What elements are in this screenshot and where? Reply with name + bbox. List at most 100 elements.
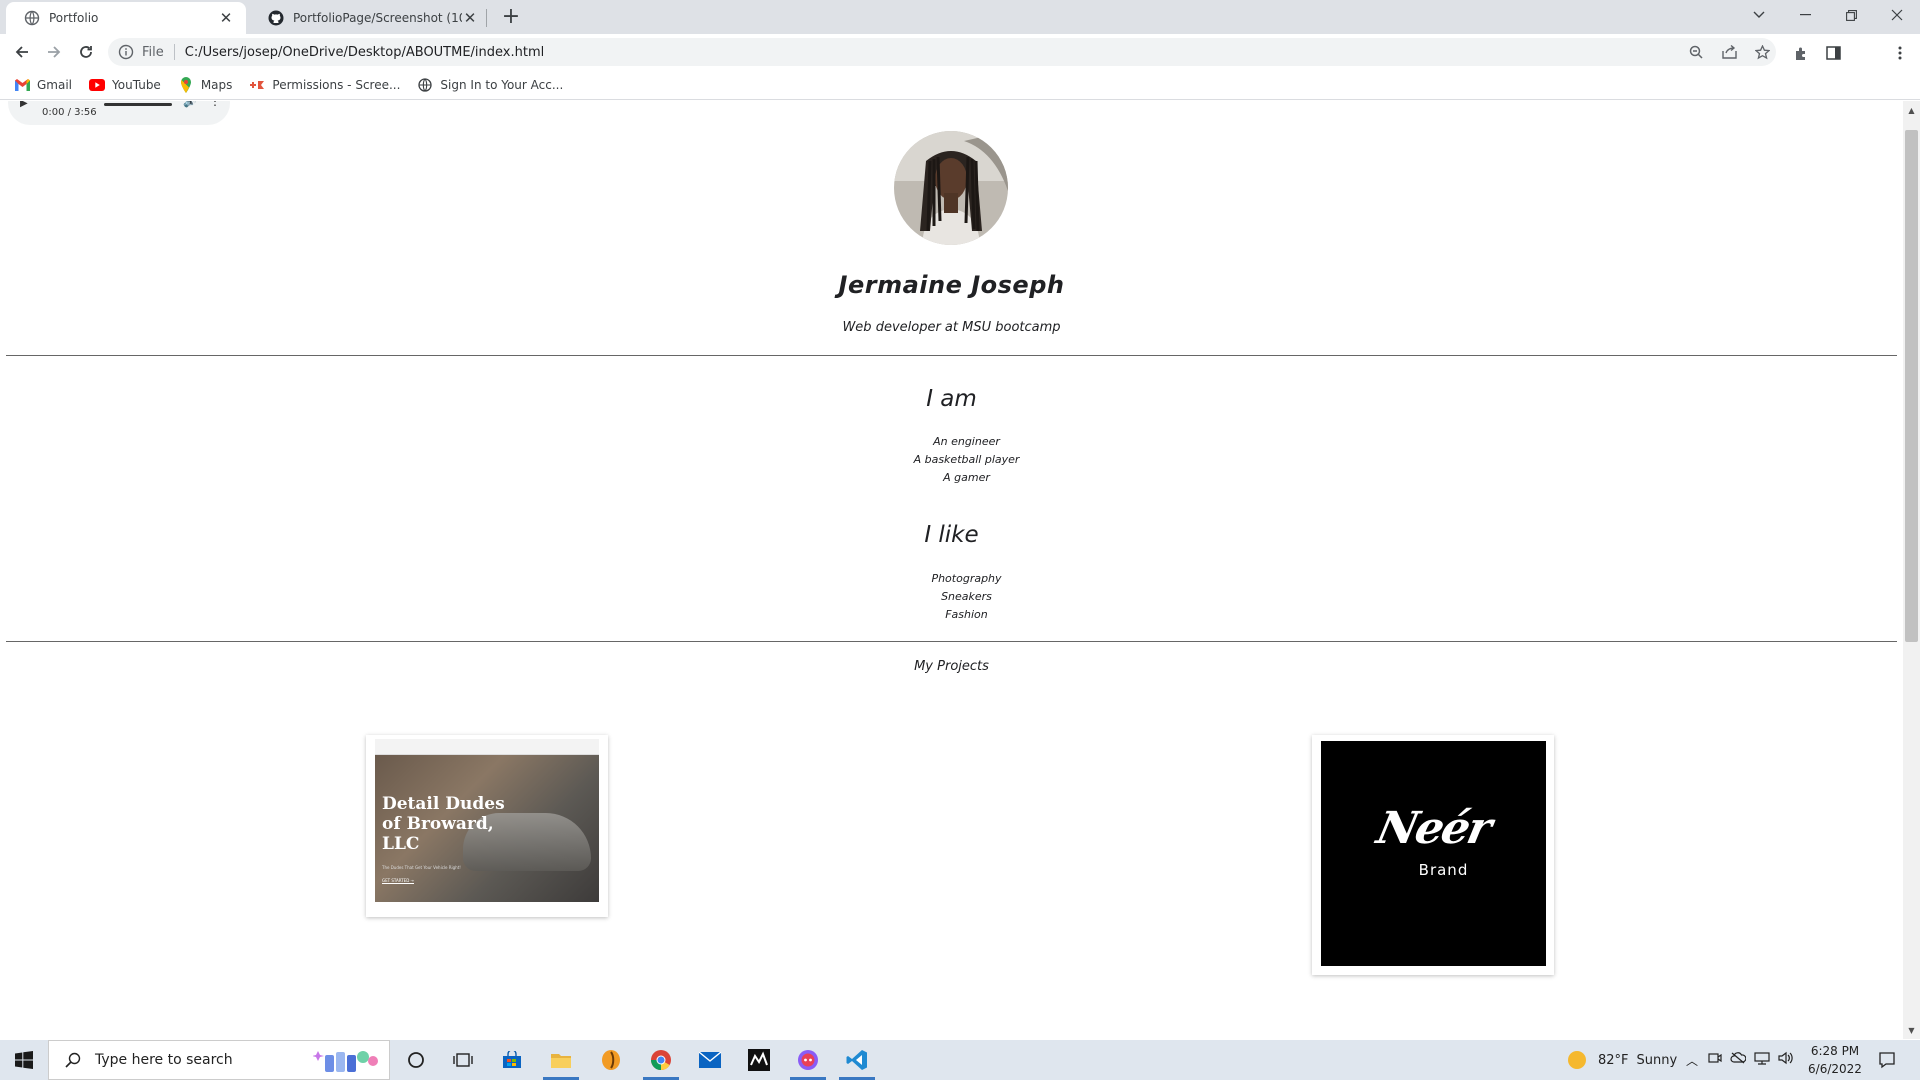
list-item: A gamer xyxy=(943,471,990,484)
globe-icon xyxy=(417,77,433,93)
tab-search-icon[interactable] xyxy=(1736,0,1782,30)
page-viewport: ▶ 0:00 / 3:56 🔊 ⋮ Jermaine Joseph Web de… xyxy=(0,101,1903,1039)
search-placeholder: Type here to search xyxy=(95,1052,233,1068)
scheme-divider xyxy=(173,44,175,60)
projects-heading: My Projects xyxy=(914,659,989,674)
bookmark-gmail[interactable]: Gmail xyxy=(14,77,72,93)
onedrive-icon[interactable] xyxy=(1730,1052,1747,1068)
i-like-heading: I like xyxy=(924,522,979,548)
bookmarks-bar: Gmail YouTube Maps Permissions - Scree..… xyxy=(0,70,1920,100)
maps-icon xyxy=(178,76,194,93)
chevron-up-icon[interactable]: ︿ xyxy=(1686,1052,1698,1069)
minimize-button[interactable] xyxy=(1782,0,1828,30)
thumbnail-headline: Detail Dudes of Broward, LLC xyxy=(382,794,505,854)
store-icon[interactable] xyxy=(494,1046,530,1074)
weather-condition: Sunny xyxy=(1636,1052,1678,1068)
github-icon xyxy=(268,10,284,26)
weather-temp: 82°F xyxy=(1598,1052,1629,1068)
tab-portfolio[interactable]: Portfolio ✕ xyxy=(6,2,246,34)
close-window-button[interactable] xyxy=(1874,0,1920,30)
tab-strip: Portfolio ✕ PortfolioPage/Screenshot (10… xyxy=(0,0,1920,34)
start-button[interactable] xyxy=(0,1040,48,1080)
address-bar[interactable]: File C:/Users/josep/OneDrive/Desktop/ABO… xyxy=(108,38,1776,66)
owner-subtitle: Web developer at MSU bootcamp xyxy=(842,320,1061,335)
chrome-icon[interactable] xyxy=(643,1046,679,1074)
project-thumbnail[interactable]: Neér Brand xyxy=(1321,741,1546,966)
close-tab-icon[interactable]: ✕ xyxy=(218,9,234,27)
audio-progress-bar[interactable] xyxy=(104,103,172,106)
chrome-menu-icon[interactable] xyxy=(1889,42,1911,64)
list-item: A basketball player xyxy=(913,453,1020,466)
headline-line: Detail Dudes xyxy=(382,794,505,814)
bookmark-label: Sign In to Your Acc... xyxy=(440,77,564,92)
play-icon[interactable]: ▶ xyxy=(20,101,34,109)
share-icon[interactable] xyxy=(1719,42,1739,62)
reload-button[interactable] xyxy=(74,40,98,64)
bookmark-star-icon[interactable] xyxy=(1752,42,1772,62)
restore-button[interactable] xyxy=(1828,0,1874,30)
more-options-icon[interactable]: ⋮ xyxy=(209,101,221,108)
task-view-icon[interactable] xyxy=(445,1046,481,1074)
scroll-up-icon[interactable]: ▲ xyxy=(1905,104,1918,118)
forward-button[interactable] xyxy=(42,40,66,64)
network-icon[interactable] xyxy=(1754,1051,1770,1069)
vscode-icon[interactable] xyxy=(839,1046,875,1074)
info-icon[interactable] xyxy=(118,44,134,60)
back-button[interactable] xyxy=(10,40,34,64)
bookmark-permissions[interactable]: Permissions - Scree... xyxy=(249,77,400,93)
thumbnail-tagline: The Dudes That Get Your Vehicle Right! xyxy=(382,865,461,870)
project-card-detail-dudes[interactable]: Detail Dudes of Broward, LLC The Dudes T… xyxy=(366,735,608,917)
list-item: Photography xyxy=(931,572,1002,585)
taskbar-search[interactable]: Type here to search xyxy=(48,1040,390,1080)
gmail-icon xyxy=(14,77,30,93)
owner-name: Jermaine Joseph xyxy=(838,271,1065,299)
notifications-button[interactable] xyxy=(1878,1040,1896,1080)
new-tab-button[interactable]: + xyxy=(498,6,524,30)
bookmark-maps[interactable]: Maps xyxy=(178,76,232,93)
media-app-icon[interactable] xyxy=(741,1046,777,1074)
side-panel-icon[interactable] xyxy=(1822,42,1844,64)
weather-widget[interactable]: 82°F Sunny xyxy=(1568,1040,1677,1080)
bookmark-label: YouTube xyxy=(112,77,161,92)
discord-icon[interactable] xyxy=(790,1046,826,1074)
list-item: An engineer xyxy=(933,435,1000,448)
volume-icon[interactable]: 🔊 xyxy=(183,101,197,108)
i-am-list: An engineer A basketball player A gamer xyxy=(0,433,1903,487)
taskbar-clock[interactable]: 6:28 PM 6/6/2022 xyxy=(1805,1042,1865,1078)
project-thumbnail[interactable]: Detail Dudes of Broward, LLC The Dudes T… xyxy=(375,739,599,902)
file-explorer-icon[interactable] xyxy=(543,1046,579,1074)
sun-icon xyxy=(1568,1051,1586,1069)
url-text[interactable]: C:/Users/josep/OneDrive/Desktop/ABOUTME/… xyxy=(185,45,544,60)
section-divider xyxy=(6,641,1897,642)
youtube-icon xyxy=(89,77,106,93)
cortana-icon[interactable] xyxy=(398,1046,434,1074)
project-card-neer-brand[interactable]: Neér Brand xyxy=(1312,735,1554,975)
tab-title: PortfolioPage/Screenshot (10).pn xyxy=(293,11,462,25)
tab-github[interactable]: PortfolioPage/Screenshot (10).pn ✕ xyxy=(250,2,490,34)
scrollbar-thumb[interactable] xyxy=(1905,130,1918,642)
bookmark-label: Permissions - Scree... xyxy=(272,77,401,92)
headline-line: LLC xyxy=(382,834,420,854)
windows-icon xyxy=(15,1051,33,1069)
tab-title: Portfolio xyxy=(49,11,99,25)
fl-studio-icon[interactable] xyxy=(593,1046,629,1074)
scroll-down-icon[interactable]: ▼ xyxy=(1905,1024,1918,1038)
mail-icon[interactable] xyxy=(692,1046,728,1074)
volume-icon[interactable] xyxy=(1778,1051,1794,1069)
browser-toolbar: File C:/Users/josep/OneDrive/Desktop/ABO… xyxy=(0,34,1920,96)
bookmark-label: Gmail xyxy=(37,77,73,92)
close-tab-icon[interactable]: ✕ xyxy=(462,9,478,27)
audio-time: 0:00 / 3:56 xyxy=(42,106,97,118)
arrow-right-icon xyxy=(48,46,61,58)
i-am-heading: I am xyxy=(926,386,977,412)
list-item: Sneakers xyxy=(941,590,992,603)
clock-date: 6/6/2022 xyxy=(1808,1062,1862,1076)
zoom-icon[interactable] xyxy=(1686,42,1706,62)
extensions-icon[interactable] xyxy=(1790,42,1812,64)
tab-separator xyxy=(486,9,487,27)
list-item: Fashion xyxy=(945,608,988,621)
meet-now-icon[interactable] xyxy=(1708,1051,1722,1069)
audio-player[interactable]: ▶ 0:00 / 3:56 🔊 ⋮ xyxy=(8,101,230,125)
bookmark-sign-in[interactable]: Sign In to Your Acc... xyxy=(417,77,563,93)
bookmark-youtube[interactable]: YouTube xyxy=(89,77,161,93)
